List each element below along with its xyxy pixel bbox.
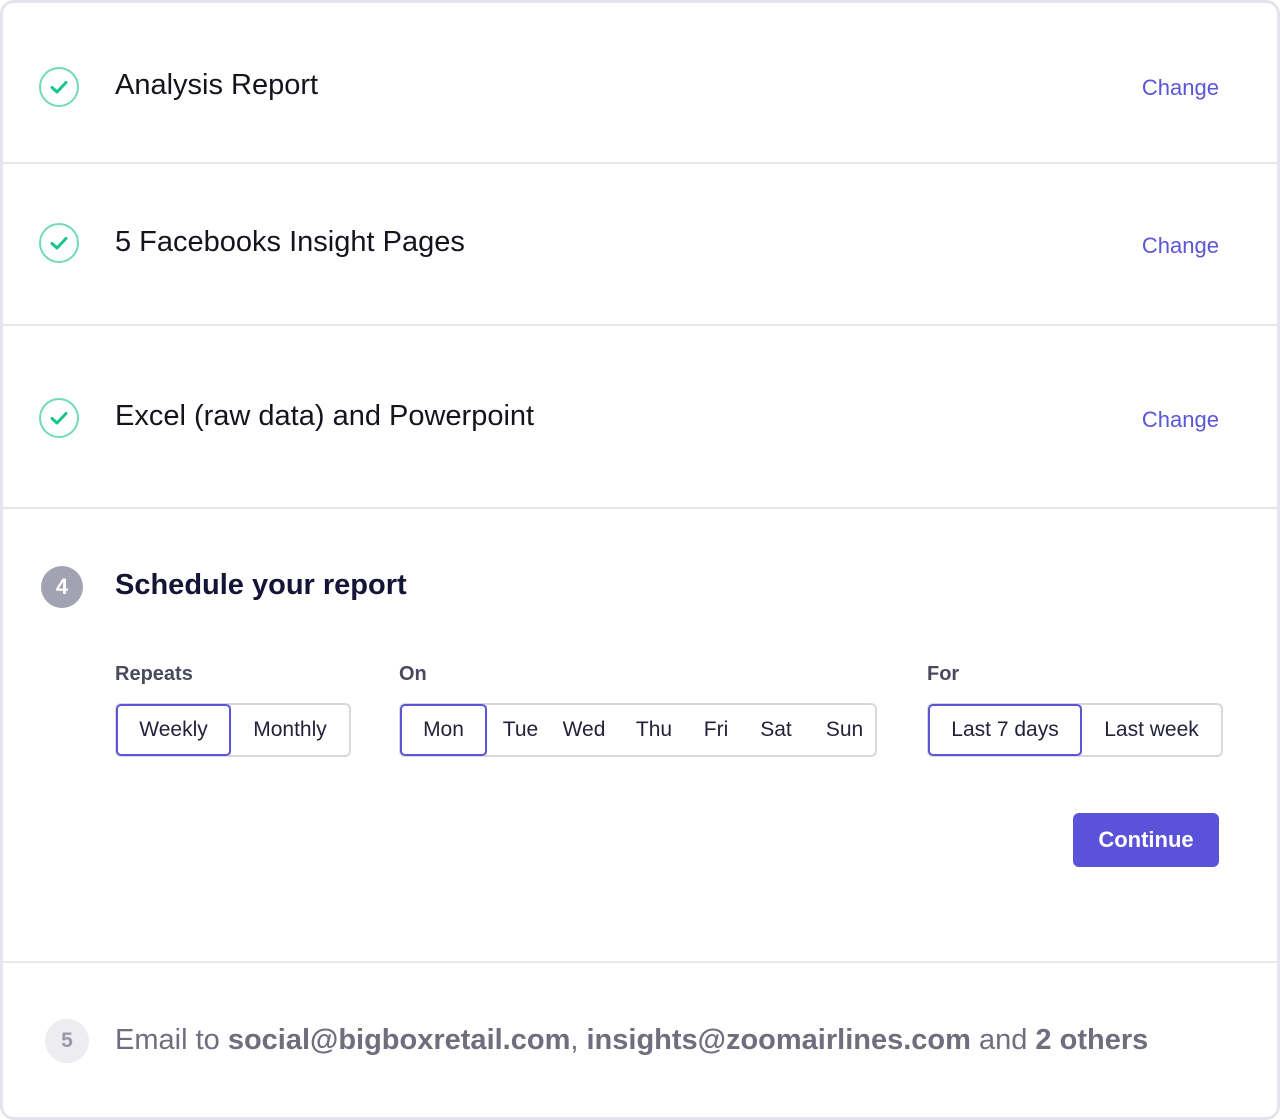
step-title: Schedule your report xyxy=(115,569,407,601)
step-title: Analysis Report xyxy=(115,69,319,101)
email-connector: and xyxy=(978,1024,1028,1056)
step-report-type: Analysis Report Change xyxy=(3,3,1277,164)
repeats-option-weekly[interactable]: Weekly xyxy=(116,704,231,756)
continue-button[interactable]: Continue xyxy=(1073,813,1219,867)
check-circle-icon xyxy=(39,67,79,107)
step-email: 5 Email to social@bigboxretail.com, insi… xyxy=(3,963,1277,1117)
period-toggle: Last 7 days Last week xyxy=(927,703,1223,757)
email-others-count: 2 others xyxy=(1035,1024,1149,1056)
step-title: 5 Facebooks Insight Pages xyxy=(115,226,465,258)
day-option-thu[interactable]: Thu xyxy=(614,705,694,755)
period-option-last-week[interactable]: Last week xyxy=(1081,705,1221,755)
day-option-mon[interactable]: Mon xyxy=(400,704,487,756)
change-format-link[interactable]: Change xyxy=(1142,407,1219,433)
day-picker: Mon Tue Wed Thu Fri Sat Sun xyxy=(399,703,877,757)
check-circle-icon xyxy=(39,223,79,263)
day-option-fri[interactable]: Fri xyxy=(694,705,738,755)
day-option-tue[interactable]: Tue xyxy=(486,705,554,755)
repeats-option-monthly[interactable]: Monthly xyxy=(230,705,349,755)
check-circle-icon xyxy=(39,398,79,438)
repeats-label: Repeats xyxy=(115,663,193,685)
email-separator: , xyxy=(570,1024,579,1056)
day-option-wed[interactable]: Wed xyxy=(554,705,614,755)
step-schedule: 4 Schedule your report Repeats Weekly Mo… xyxy=(3,509,1277,963)
day-option-sun[interactable]: Sun xyxy=(814,705,875,755)
email-prefix: Email to xyxy=(115,1024,220,1056)
repeats-toggle: Weekly Monthly xyxy=(115,703,351,757)
step-number-badge: 4 xyxy=(41,566,83,608)
change-report-type-link[interactable]: Change xyxy=(1142,75,1219,101)
step-pages: 5 Facebooks Insight Pages Change xyxy=(3,164,1277,326)
step-format: Excel (raw data) and Powerpoint Change xyxy=(3,326,1277,509)
for-label: For xyxy=(927,663,960,685)
report-wizard: Analysis Report Change 5 Facebooks Insig… xyxy=(0,0,1280,1120)
day-option-sat[interactable]: Sat xyxy=(738,705,814,755)
email-summary: Email to social@bigboxretail.com, insigh… xyxy=(115,1024,1148,1057)
email-recipient: social@bigboxretail.com xyxy=(227,1024,571,1056)
period-option-last-7-days[interactable]: Last 7 days xyxy=(928,704,1082,756)
email-recipient: insights@zoomairlines.com xyxy=(586,1024,971,1056)
change-pages-link[interactable]: Change xyxy=(1142,233,1219,259)
on-label: On xyxy=(399,663,427,685)
step-number-badge: 5 xyxy=(45,1019,89,1063)
step-title: Excel (raw data) and Powerpoint xyxy=(115,400,535,432)
